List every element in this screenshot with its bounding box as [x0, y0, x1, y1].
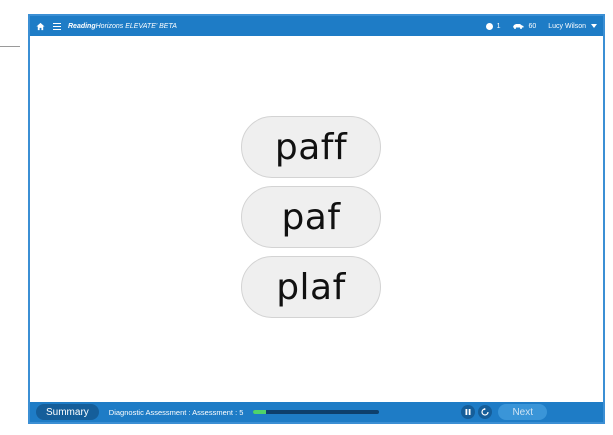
- top-bar: ReadingHorizons ELEVATE' BETA 1 60 Lucy W…: [30, 16, 603, 36]
- hamburger-menu-icon[interactable]: [53, 22, 61, 30]
- side-divider-line: [0, 46, 20, 47]
- progress-fill: [253, 410, 267, 414]
- points-stat: 1: [485, 22, 501, 30]
- next-button[interactable]: Next: [498, 404, 547, 420]
- user-name: Lucy Wilson: [548, 22, 586, 30]
- brand-logo: ReadingHorizons ELEVATE' BETA: [68, 23, 177, 30]
- bottom-bar: Summary Diagnostic Assessment : Assessme…: [30, 402, 603, 422]
- brand-reading: Reading: [68, 22, 96, 30]
- choice-button-paff[interactable]: paff: [241, 116, 381, 178]
- answer-choices: paff paf plaf: [241, 116, 381, 318]
- points-count: 1: [496, 22, 501, 30]
- circle-points-icon: [485, 22, 493, 30]
- cars-count: 60: [528, 22, 537, 30]
- pause-button[interactable]: [461, 405, 476, 419]
- pause-icon: [465, 409, 471, 415]
- brand-product: ELEVATE' BETA: [125, 22, 177, 30]
- chevron-down-icon: [591, 24, 597, 28]
- choice-button-paf[interactable]: paf: [241, 186, 381, 248]
- summary-button[interactable]: Summary: [36, 404, 99, 420]
- app-frame: ReadingHorizons ELEVATE' BETA 1 60 Lucy W…: [28, 14, 605, 424]
- assessment-label: Diagnostic Assessment : Assessment : 5: [108, 407, 244, 417]
- replay-icon: [481, 408, 490, 416]
- assessment-progress-bar: [253, 410, 380, 414]
- cars-stat: 60: [512, 23, 536, 30]
- user-menu[interactable]: Lucy Wilson: [548, 23, 597, 30]
- brand-horizons: Horizons: [95, 22, 124, 30]
- home-icon[interactable]: [36, 22, 45, 31]
- replay-button[interactable]: [478, 405, 493, 419]
- choice-button-plaf[interactable]: plaf: [241, 256, 381, 318]
- car-icon: [513, 24, 524, 29]
